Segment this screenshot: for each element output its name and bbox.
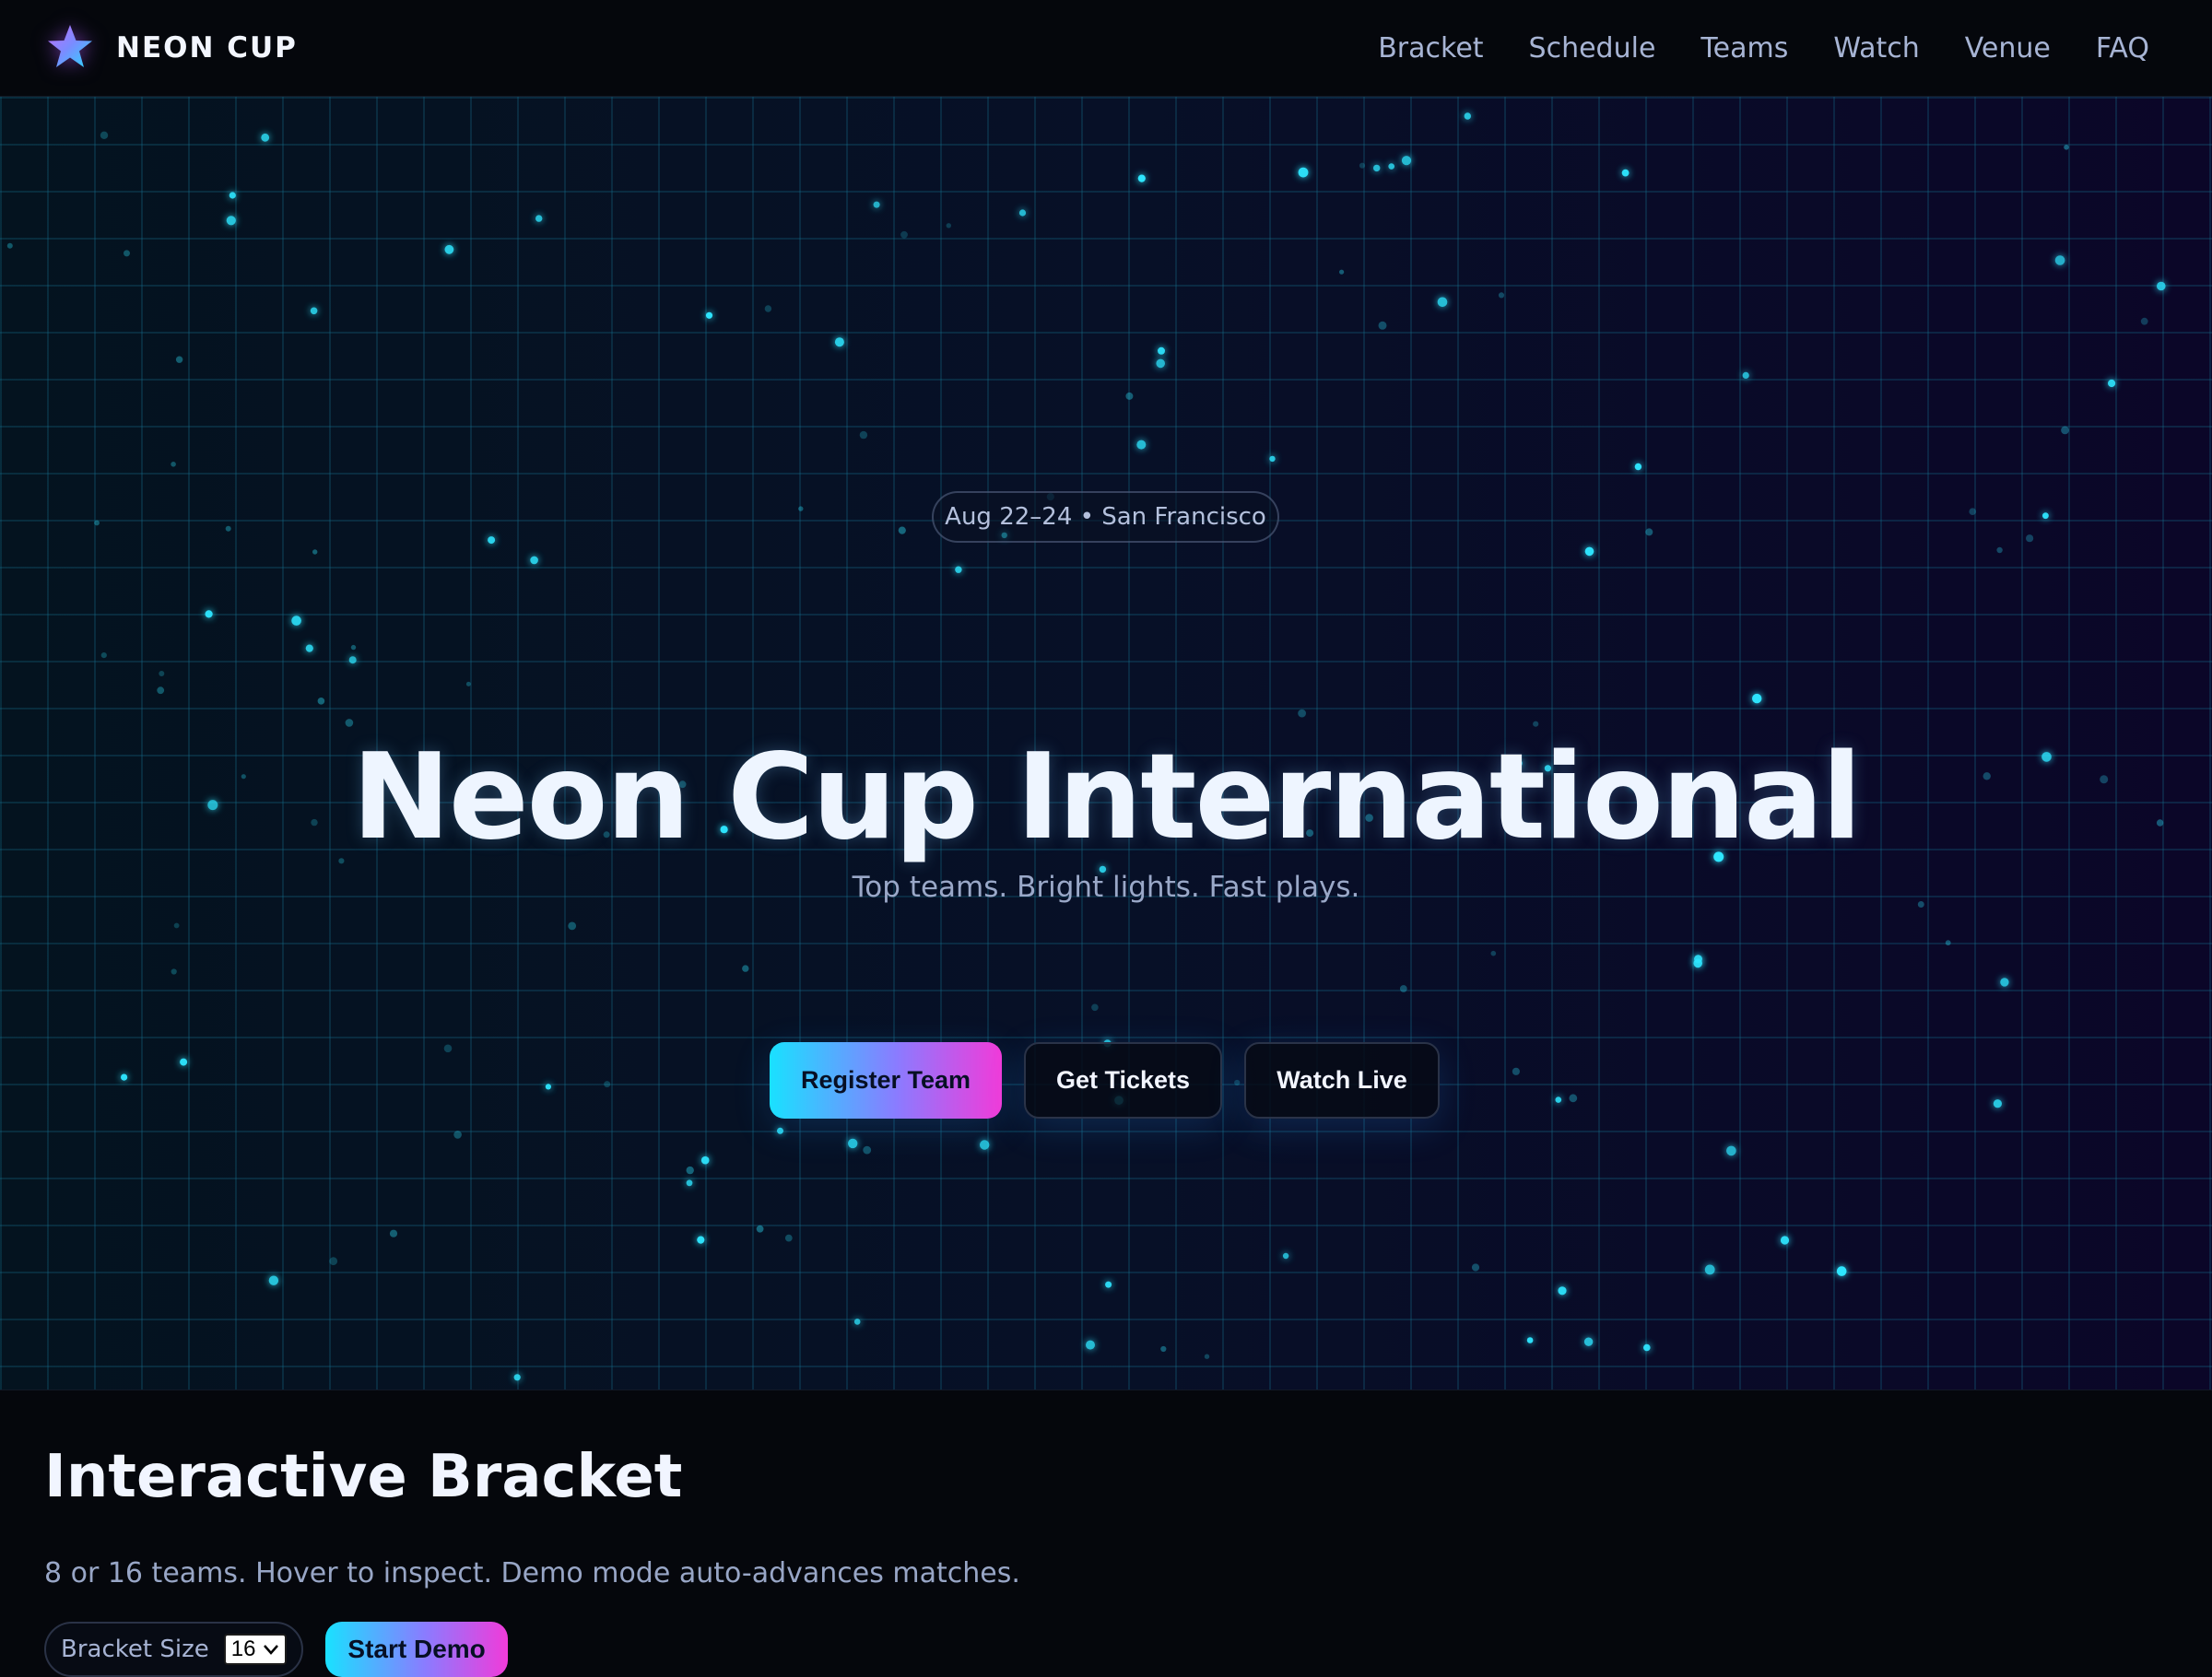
event-date-pill: Aug 22–24 • San Francisco: [932, 491, 1279, 543]
bracket-size-control: Bracket Size 16: [44, 1622, 304, 1677]
start-demo-button[interactable]: Start Demo: [325, 1622, 508, 1677]
bracket-description: 8 or 16 teams. Hover to inspect. Demo mo…: [44, 1557, 1020, 1589]
nav-link-watch[interactable]: Watch: [1833, 32, 1919, 64]
bracket-title: Interactive Bracket: [44, 1443, 683, 1511]
hero-buttons: Register Team Get Tickets Watch Live: [770, 1042, 1440, 1119]
brand[interactable]: NEON CUP: [44, 22, 298, 74]
nav-link-venue[interactable]: Venue: [1965, 32, 2051, 64]
bracket-controls: Bracket Size 16 Start Demo: [44, 1622, 508, 1677]
hero-section: Aug 22–24 • San Francisco Neon Cup Inter…: [0, 97, 2212, 1390]
get-tickets-button[interactable]: Get Tickets: [1024, 1042, 1222, 1119]
bracket-size-select[interactable]: 16: [223, 1634, 288, 1665]
chevron-down-icon: [264, 1645, 279, 1655]
brand-name: NEON CUP: [116, 31, 298, 64]
bracket-size-label: Bracket Size: [61, 1636, 209, 1663]
nav-link-teams[interactable]: Teams: [1700, 32, 1788, 64]
hero-subtitle: Top teams. Bright lights. Fast plays.: [852, 871, 1360, 904]
hero-title: Neon Cup International: [351, 729, 1863, 866]
nav-link-faq[interactable]: FAQ: [2096, 32, 2149, 64]
watch-live-button[interactable]: Watch Live: [1244, 1042, 1440, 1119]
nav-links: Bracket Schedule Teams Watch Venue FAQ: [1378, 32, 2149, 64]
nav-link-schedule[interactable]: Schedule: [1529, 32, 1656, 64]
register-team-button[interactable]: Register Team: [770, 1042, 1002, 1119]
star-logo-icon: [48, 25, 92, 67]
bracket-section: Interactive Bracket 8 or 16 teams. Hover…: [0, 1391, 2212, 1677]
nav-link-bracket[interactable]: Bracket: [1378, 32, 1483, 64]
navbar: NEON CUP Bracket Schedule Teams Watch Ve…: [0, 0, 2212, 97]
